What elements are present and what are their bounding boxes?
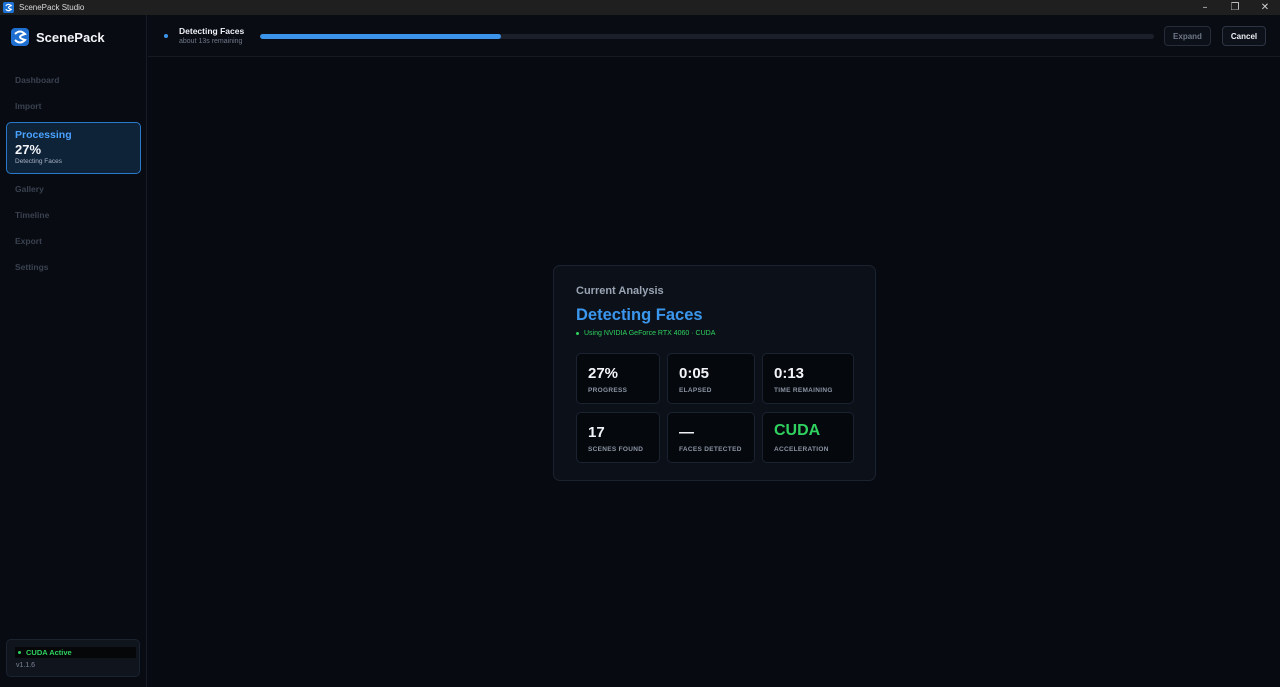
stat-time-remaining: 0:13 TIME REMAINING [762,353,854,404]
brand-name: ScenePack [36,29,105,45]
sidebar-item-gallery[interactable]: Gallery [0,176,147,202]
stat-acceleration: CUDA ACCELERATION [762,412,854,463]
progress-fill [260,34,502,39]
stat-value: 27% [588,365,619,382]
stat-elapsed: 0:05 ELAPSED [667,353,755,404]
close-icon[interactable]: ✕ [1250,0,1280,15]
gpu-info: Using NVIDIA GeForce RTX 4060 · CUDA [576,330,715,337]
sidebar-item-settings[interactable]: Settings [0,254,147,280]
minimize-icon[interactable]: – [1190,0,1220,15]
stat-caption: SCENES FOUND [588,446,644,453]
sidebar: ScenePack Dashboard Import Processing 27… [0,15,147,687]
processing-label: Processing [15,129,72,141]
gpu-info-text: Using NVIDIA GeForce RTX 4060 · CUDA [584,330,716,337]
cancel-button[interactable]: Cancel [1222,26,1266,46]
stat-progress: 27% PROGRESS [576,353,660,404]
stat-caption: PROGRESS [588,387,628,394]
window-titlebar: ScenePack Studio – ❐ ✕ [0,0,1280,15]
app-logo-icon [3,2,14,13]
sidebar-item-dashboard[interactable]: Dashboard [0,67,147,93]
stat-value: — [679,424,694,441]
sidebar-item-export[interactable]: Export [0,228,147,254]
stat-caption: FACES DETECTED [679,446,742,453]
stat-value: 0:13 [774,365,805,382]
stat-caption: ELAPSED [679,387,712,394]
sidebar-item-timeline[interactable]: Timeline [0,202,147,228]
sidebar-item-processing[interactable]: Processing 27% Detecting Faces [6,122,141,174]
analysis-title: Detecting Faces [576,306,703,324]
processing-percent: 27% [15,142,42,157]
gpu-status-dot-icon [576,332,579,335]
scenepack-logo-icon [11,28,29,46]
task-progress-bar: Detecting Faces about 13s remaining Expa… [148,15,1280,57]
stat-value: 17 [588,424,605,441]
analysis-card: Current Analysis Detecting Faces Using N… [553,265,876,481]
status-dot-icon [18,651,21,654]
cuda-status-badge: CUDA Active [15,647,136,658]
stat-faces-detected: — FACES DETECTED [667,412,755,463]
window-controls: – ❐ ✕ [1190,0,1280,15]
sidebar-item-import[interactable]: Import [0,93,147,119]
task-status-dot-icon [164,34,168,38]
cuda-status-label: CUDA Active [26,648,72,657]
expand-button[interactable]: Expand [1164,26,1211,46]
cuda-status-card: CUDA Active v1.1.6 [6,639,140,677]
stat-value: 0:05 [679,365,710,382]
restore-icon[interactable]: ❐ [1220,0,1250,15]
progress-track [260,34,1154,39]
brand[interactable]: ScenePack [11,28,105,46]
task-title: Detecting Faces [179,26,245,36]
stat-caption: ACCELERATION [774,446,829,453]
app-version: v1.1.6 [16,662,36,669]
stat-scenes-found: 17 SCENES FOUND [576,412,660,463]
window-title: ScenePack Studio [19,3,85,12]
sidebar-nav: Dashboard Import Processing 27% Detectin… [0,67,147,280]
processing-stage: Detecting Faces [15,158,62,165]
task-eta: about 13s remaining [179,38,243,45]
stat-value: CUDA [774,422,821,439]
analysis-heading: Current Analysis [576,285,664,297]
stat-caption: TIME REMAINING [774,387,833,394]
